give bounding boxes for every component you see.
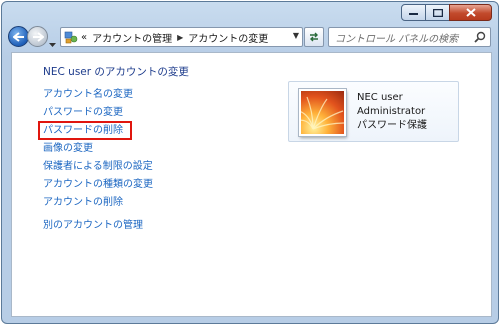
delete-account-link[interactable]: アカウントの削除 [43,194,153,212]
chevron-down-icon [49,43,56,47]
recent-pages-button[interactable] [49,33,56,52]
change-picture-link[interactable]: 画像の変更 [43,140,153,158]
minimize-button[interactable] [401,4,426,21]
search-icon[interactable] [474,31,486,43]
title-bar [2,2,498,24]
refresh-icon [310,32,318,42]
maximize-button[interactable] [425,4,450,21]
remove-password-label: パスワードの削除 [43,125,123,136]
user-info: NEC user Administrator パスワード保護 [357,91,427,133]
flower-picture-icon [301,96,344,130]
refresh-button[interactable] [304,27,324,47]
parental-controls-link[interactable]: 保護者による制限の設定 [43,158,153,176]
address-segment-account-change[interactable]: アカウントの変更 [188,30,268,45]
user-role: Administrator [357,106,426,117]
navigation-bar: « アカウントの管理 ▶ アカウントの変更 ▼ コントロール パネルの検索 [2,24,498,52]
forward-button[interactable] [27,26,48,47]
close-icon [465,8,476,17]
control-panel-window: « アカウントの管理 ▶ アカウントの変更 ▼ コントロール パネルの検索 NE… [1,1,499,324]
minimize-icon [409,12,418,15]
manage-another-account-link[interactable]: 別のアカウントの管理 [43,217,153,235]
change-password-link[interactable]: パスワードの変更 [43,104,153,122]
close-button[interactable] [449,4,492,21]
address-segment-account-management[interactable]: アカウントの管理 [92,30,172,45]
user-avatar [299,89,346,136]
chevron-right-icon[interactable]: ▶ [177,33,183,42]
address-overflow[interactable]: « [81,32,87,43]
maximize-icon [432,8,443,17]
task-link-list: アカウント名の変更 パスワードの変更 パスワードの削除 画像の変更 保護者による… [38,86,153,235]
remove-password-link[interactable]: パスワードの削除 [38,121,153,140]
page-title: NEC user のアカウントの変更 [43,66,189,78]
forward-arrow-icon [32,31,44,42]
user-name: NEC user [357,92,403,103]
change-account-type-link[interactable]: アカウントの種類の変更 [43,176,153,194]
address-bar[interactable]: « アカウントの管理 ▶ アカウントの変更 ▼ [60,27,303,47]
control-panel-icon [64,31,78,44]
back-arrow-icon [12,31,24,42]
address-dropdown-icon[interactable]: ▼ [293,31,299,40]
search-placeholder: コントロール パネルの検索 [335,33,459,45]
search-input[interactable]: コントロール パネルの検索 [328,27,491,47]
change-account-name-link[interactable]: アカウント名の変更 [43,86,153,104]
back-button[interactable] [8,26,29,47]
user-account-card: NEC user Administrator パスワード保護 [288,81,459,142]
password-status: パスワード保護 [357,120,427,131]
content-pane: NEC user のアカウントの変更 アカウント名の変更 パスワードの変更 パス… [11,52,492,317]
